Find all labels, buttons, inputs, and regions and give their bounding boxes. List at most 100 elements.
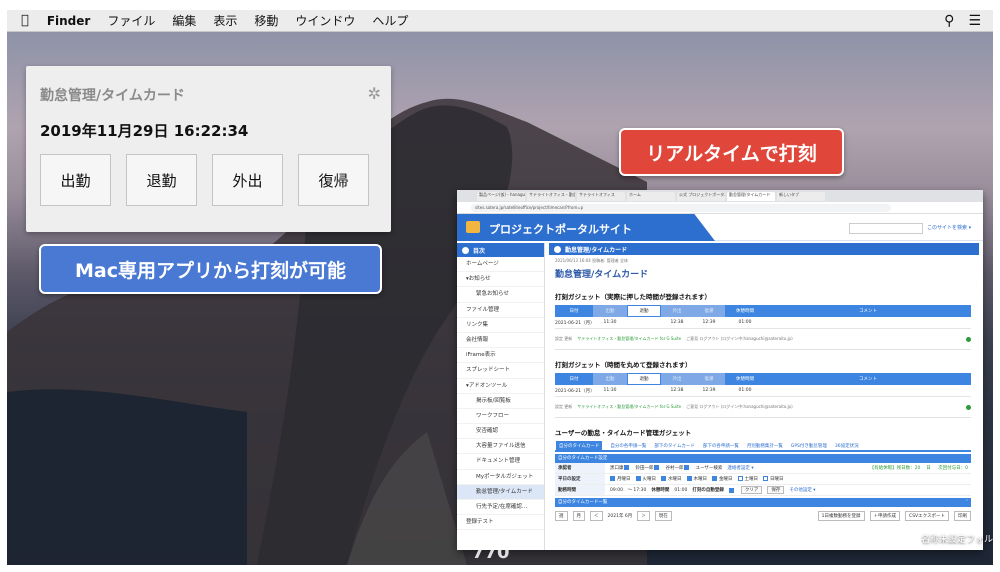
sidebar-item[interactable]: ドキュメント管理 xyxy=(457,454,544,470)
return-button[interactable]: 復帰 xyxy=(693,373,725,385)
return-button[interactable]: 復帰 xyxy=(693,305,725,317)
tab-sub-timecard[interactable]: 部下のタイムカード xyxy=(654,443,694,449)
browser-tab[interactable]: サテライトオフィス・勤怠 xyxy=(527,191,575,201)
sidebar-item[interactable]: 行先予定/在席確認… xyxy=(457,500,544,516)
value-comment[interactable] xyxy=(765,317,971,329)
today-button[interactable]: 現在 xyxy=(654,511,672,521)
tab-sub-requests[interactable]: 部下の各申請一覧 xyxy=(703,443,739,449)
sidebar-item[interactable]: iFrame表示 xyxy=(457,348,544,364)
sidebar-item[interactable]: 緊急お知らせ xyxy=(457,287,544,303)
clock-in-button[interactable]: 出勤 xyxy=(593,305,627,317)
checkbox-icon[interactable] xyxy=(686,476,692,481)
go-out-button[interactable]: 外出 xyxy=(212,154,283,206)
day-checkbox[interactable]: 月曜日 xyxy=(610,476,631,482)
next-month-button[interactable]: ＞ xyxy=(637,511,650,521)
approver-item[interactable]: 黒口康 xyxy=(610,465,631,471)
return-button[interactable]: 復帰 xyxy=(298,154,369,206)
auto-punch-checkbox[interactable] xyxy=(728,487,734,493)
multi-work-button[interactable]: 1日複数勤務を登録 xyxy=(817,511,865,521)
day-checkbox[interactable]: 金曜日 xyxy=(712,476,733,482)
menu-help[interactable]: ヘルプ xyxy=(372,12,408,29)
site-search-scope[interactable]: このサイトを検索 ▾ xyxy=(927,224,971,231)
csv-export-button[interactable]: CSVエクスポート xyxy=(905,511,949,521)
sidebar-item[interactable]: 勤怠管理/タイムカード xyxy=(457,484,544,500)
contact-settings-link[interactable]: 連絡者設定 ▾ xyxy=(727,465,753,471)
sidebar-item[interactable]: スプレッドシート xyxy=(457,363,544,379)
clock-out-button[interactable]: 退勤 xyxy=(627,305,661,317)
checkbox-icon[interactable] xyxy=(763,476,768,481)
sidebar-item[interactable]: ▾アドオンツール xyxy=(457,379,544,394)
day-checkbox[interactable]: 木曜日 xyxy=(686,476,707,482)
value-comment[interactable] xyxy=(765,385,971,397)
browser-tab[interactable]: 公式 プロジェクトポータル xyxy=(677,191,725,201)
sidebar-item[interactable]: ホームページ xyxy=(457,257,544,273)
print-button[interactable]: 印刷 xyxy=(954,511,971,521)
tab-monthly-summary[interactable]: 月別勤務集計一覧 xyxy=(747,443,783,449)
tab-my-timecard[interactable]: 自分のタイムカード xyxy=(556,440,603,451)
product-link[interactable]: サテライトオフィス・勤怠管理/タイムカード for G Suite xyxy=(577,336,681,342)
clock-in-button[interactable]: 出勤 xyxy=(40,154,111,206)
url-field[interactable]: sites.satera.jp/satelliteoffice/project/… xyxy=(471,203,891,212)
month-view-button[interactable]: 月 xyxy=(572,511,585,521)
approver-item[interactable]: 谷村一郎 xyxy=(666,465,691,471)
sidebar-item[interactable]: 大容量ファイル送信 xyxy=(457,439,544,455)
checkbox-icon[interactable] xyxy=(661,476,666,481)
menu-app-finder[interactable]: Finder xyxy=(47,14,91,28)
prev-month-button[interactable]: ＜ xyxy=(590,511,603,521)
product-link[interactable]: サテライトオフィス・勤怠管理/タイムカード for G Suite xyxy=(577,404,681,410)
sidebar-item[interactable]: ファイル管理 xyxy=(457,303,544,318)
clock-out-button[interactable]: 退勤 xyxy=(126,154,197,206)
portal-title[interactable]: プロジェクトポータルサイト xyxy=(489,221,632,237)
sidebar-item[interactable]: 登録テスト xyxy=(457,515,544,531)
work-time-select[interactable]: 09:00 ～ 17:30 xyxy=(610,487,646,493)
desktop-folder-label[interactable]: 名称未設定フォルダ xyxy=(921,532,993,545)
day-checkbox[interactable]: 火曜日 xyxy=(635,476,656,482)
logout-link[interactable]: ご意見 ログアウト (ログイン中:hanaguchi@sateraito.jp) xyxy=(686,404,793,410)
tab-gps[interactable]: GPS付き勤怠管理 xyxy=(791,443,827,449)
browser-tab[interactable]: 製品ページ(仮) - hanaguchi xyxy=(477,191,525,201)
menu-window[interactable]: ウインドウ xyxy=(295,12,355,29)
tab-my-requests[interactable]: 自分の各申請一覧 xyxy=(610,443,646,449)
week-view-button[interactable]: 週 xyxy=(555,511,568,521)
save-button[interactable]: 保存 xyxy=(767,486,785,494)
approver-item[interactable]: 鈴田一郎 xyxy=(636,465,661,471)
tab-36-agreement[interactable]: 36協定状況 xyxy=(835,443,859,449)
site-search-input[interactable] xyxy=(849,223,923,234)
menu-edit[interactable]: 編集 xyxy=(172,12,196,29)
checkbox-icon[interactable] xyxy=(683,465,689,470)
menu-go[interactable]: 移動 xyxy=(254,12,278,29)
sidebar-item[interactable]: 掲示板/回覧板 xyxy=(457,394,544,409)
collapse-chevron-up-icon[interactable]: ˄ xyxy=(966,498,968,507)
settings-link[interactable]: 設定 更新 xyxy=(555,404,572,410)
checkbox-icon[interactable] xyxy=(737,476,743,481)
other-settings-link[interactable]: その他設定 ▾ xyxy=(789,487,815,493)
user-search-label[interactable]: ユーザー検索 xyxy=(696,465,723,471)
day-checkbox[interactable]: 土曜日 xyxy=(737,476,758,482)
day-checkbox[interactable]: 水曜日 xyxy=(661,476,682,482)
clock-in-button[interactable]: 出勤 xyxy=(593,373,627,385)
spotlight-search-icon[interactable]: ⚲ xyxy=(944,13,954,29)
gear-icon[interactable]: ✲ xyxy=(368,84,381,103)
sidebar-item[interactable]: Myポータルガジェット xyxy=(457,470,544,485)
notification-list-icon[interactable]: ☰ xyxy=(968,13,981,29)
sidebar-item[interactable]: リンク集 xyxy=(457,318,544,333)
sidebar-item[interactable]: 会社情報 xyxy=(457,333,544,349)
browser-tab[interactable]: サテライトオフィス xyxy=(577,191,625,201)
clock-out-button[interactable]: 退勤 xyxy=(627,373,661,385)
sidebar-item[interactable]: ▾お知らせ xyxy=(457,272,544,288)
checkbox-icon[interactable] xyxy=(635,476,641,481)
checkbox-icon[interactable] xyxy=(610,476,615,481)
create-request-button[interactable]: ＋申請作成 xyxy=(869,511,901,521)
go-out-button[interactable]: 外出 xyxy=(661,373,693,385)
checkbox-icon[interactable] xyxy=(653,465,659,470)
apple-menu-icon[interactable]:  xyxy=(21,13,29,28)
go-out-button[interactable]: 外出 xyxy=(661,305,693,317)
day-checkbox[interactable]: 日曜日 xyxy=(763,476,784,482)
checkbox-icon[interactable] xyxy=(712,476,717,481)
settings-link[interactable]: 設定 更新 xyxy=(555,336,572,342)
sidebar-item[interactable]: 安否確認 xyxy=(457,424,544,440)
sidebar-item[interactable]: ワークフロー xyxy=(457,409,544,425)
logout-link[interactable]: ご意見 ログアウト (ログイン中:hanaguchi@sateraito.jp) xyxy=(686,336,793,342)
menu-view[interactable]: 表示 xyxy=(213,12,237,29)
menu-file[interactable]: ファイル xyxy=(107,12,155,29)
